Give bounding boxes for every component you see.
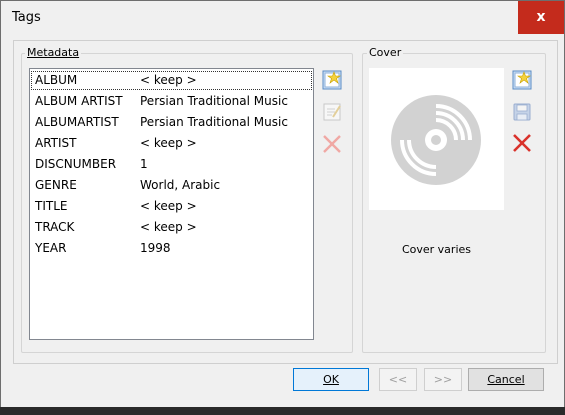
list-item[interactable]: YEAR 1998 [30, 238, 313, 259]
list-item[interactable]: TRACK < keep > [30, 217, 313, 238]
edit-tag-icon [323, 103, 341, 121]
tag-value: 1 [140, 157, 148, 171]
delete-tag-icon [323, 135, 341, 153]
list-item[interactable]: ALBUM ARTIST Persian Traditional Music [30, 91, 313, 112]
title-bar: Tags x [1, 1, 564, 34]
tag-value: < keep > [140, 73, 197, 87]
background-window-strip [0, 407, 565, 415]
save-cover-button[interactable] [511, 101, 533, 123]
window-title: Tags [12, 10, 41, 25]
list-item[interactable]: GENRE World, Arabic [30, 175, 313, 196]
tag-name: YEAR [35, 241, 67, 255]
tag-name: ALBUM ARTIST [35, 94, 123, 108]
tag-name: ARTIST [35, 136, 77, 150]
list-item[interactable]: ALBUMARTIST Persian Traditional Music [30, 112, 313, 133]
list-item[interactable]: TITLE < keep > [30, 196, 313, 217]
cd-disc-icon [391, 95, 481, 185]
new-tag-button[interactable] [321, 69, 343, 91]
tag-name: ALBUM [35, 73, 78, 87]
metadata-list[interactable]: ALBUM < keep > ALBUM ARTIST Persian Trad… [29, 68, 314, 340]
load-cover-button[interactable] [511, 69, 533, 91]
tag-value: < keep > [140, 136, 197, 150]
tag-value: Persian Traditional Music [140, 94, 288, 108]
tag-value: 1998 [140, 241, 171, 255]
close-button[interactable]: x [518, 1, 564, 34]
cancel-button[interactable]: Cancel [468, 368, 544, 391]
tag-value: < keep > [140, 220, 197, 234]
new-tag-icon [322, 70, 342, 90]
list-item[interactable]: ARTIST < keep > [30, 133, 313, 154]
list-item[interactable]: ALBUM < keep > [30, 70, 313, 91]
delete-tag-button[interactable] [321, 133, 343, 155]
previous-button[interactable]: << [379, 368, 417, 391]
cover-caption: Cover varies [401, 243, 472, 256]
tag-name: GENRE [35, 178, 77, 192]
load-cover-icon [512, 70, 532, 90]
tag-value: World, Arabic [140, 178, 221, 192]
tag-value: < keep > [140, 199, 197, 213]
tags-dialog: Tags x Metadata ALBUM < keep > ALBUM ART… [0, 0, 565, 408]
cover-preview[interactable] [369, 68, 504, 210]
remove-cover-button[interactable] [511, 132, 533, 154]
list-item[interactable]: DISCNUMBER 1 [30, 154, 313, 175]
metadata-group-label: Metadata [25, 46, 82, 59]
save-cover-icon [513, 103, 531, 121]
tag-name: DISCNUMBER [35, 157, 117, 171]
tag-name: TITLE [35, 199, 68, 213]
tag-name: ALBUMARTIST [35, 115, 119, 129]
edit-tag-button[interactable] [321, 101, 343, 123]
remove-cover-icon [513, 134, 531, 152]
tag-value: Persian Traditional Music [140, 115, 288, 129]
next-button[interactable]: >> [424, 368, 462, 391]
ok-button[interactable]: OK [293, 368, 369, 391]
tag-name: TRACK [35, 220, 75, 234]
cover-group-label: Cover [367, 46, 404, 59]
